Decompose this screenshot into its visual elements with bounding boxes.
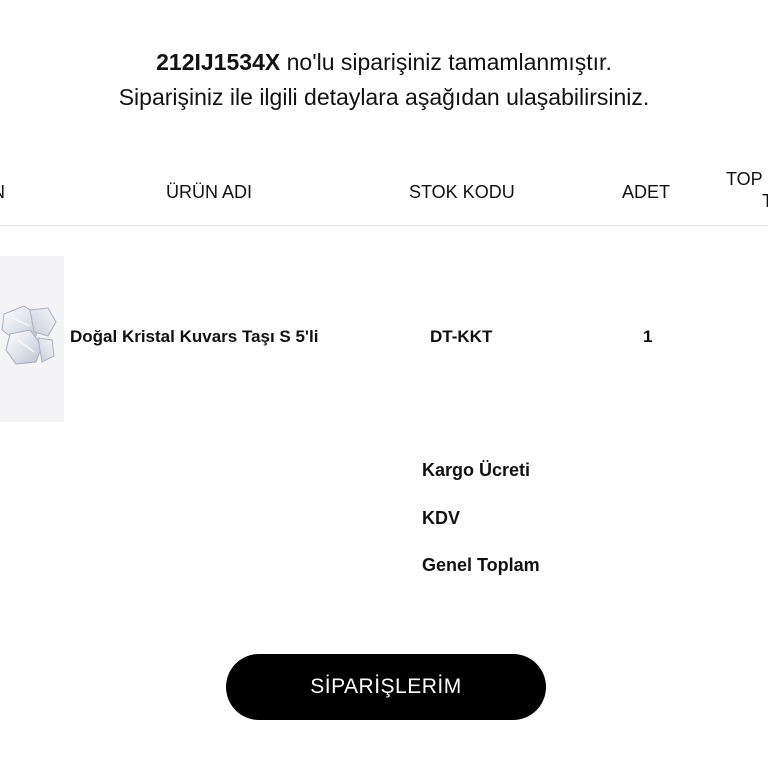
table-header-divider: [0, 225, 768, 226]
column-header-product-name: ÜRÜN ADI: [166, 182, 253, 202]
confirmation-message: 212IJ1534X no'lu siparişiniz tamamlanmış…: [0, 46, 768, 78]
column-header-total-line1: TOP: [726, 169, 763, 189]
product-image: [0, 256, 64, 422]
shipping-fee-label: Kargo Ücreti: [422, 460, 531, 480]
stock-code: DT-KKT: [430, 327, 493, 346]
column-header-quantity: ADET: [622, 182, 671, 202]
column-header-total: TOP T: [726, 168, 768, 212]
quantity: 1: [643, 327, 653, 346]
order-number: 212IJ1534X: [156, 49, 281, 75]
product-name[interactable]: Doğal Kristal Kuvars Taşı S 5'li: [70, 325, 318, 349]
grand-total-label: Genel Toplam: [422, 555, 540, 575]
column-header-stock-code: STOK KODU: [409, 182, 515, 202]
vat-label: KDV: [422, 508, 461, 528]
order-confirmation-page: 212IJ1534X no'lu siparişiniz tamamlanmış…: [0, 0, 768, 768]
confirmation-text: no'lu siparişiniz tamamlanmıştır.: [280, 49, 612, 75]
column-header-image: N: [0, 180, 5, 204]
crystal-quartz-stones-icon: [1, 305, 57, 365]
confirmation-subtext: Siparişiniz ile ilgili detaylara aşağıda…: [118, 84, 650, 110]
my-orders-button[interactable]: SİPARİŞLERİM: [226, 654, 546, 720]
column-header-total-line2: T: [762, 191, 768, 211]
